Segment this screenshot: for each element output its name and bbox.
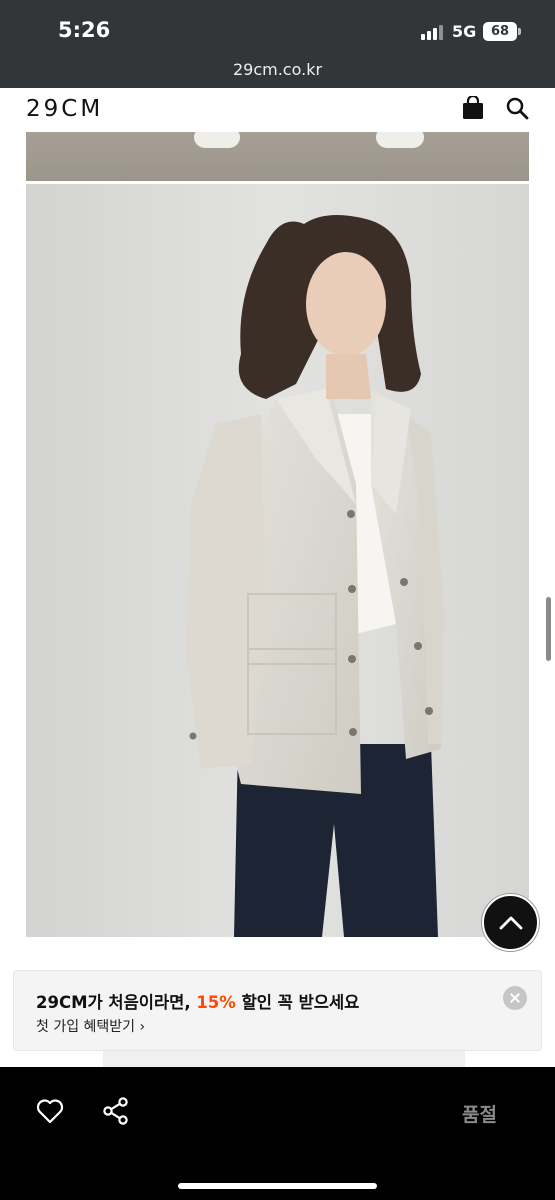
scrollbar[interactable]	[546, 597, 551, 661]
product-image	[26, 184, 529, 937]
url-bar[interactable]: 29cm.co.kr	[0, 60, 555, 88]
search-icon[interactable]	[505, 96, 529, 120]
product-image-previous	[26, 132, 529, 181]
promo-title-suffix: 할인 꼭 받으세요	[235, 993, 360, 1012]
scroll-to-top-button[interactable]	[482, 894, 539, 951]
close-icon[interactable]	[503, 986, 527, 1010]
content-strip	[103, 1051, 465, 1067]
promo-title: 29CM가 처음이라면, 15% 할인 꼭 받으세요	[36, 989, 359, 1013]
battery-icon: 68	[483, 22, 521, 41]
signal-icon	[421, 24, 445, 40]
promo-title-prefix: 29CM가 처음이라면,	[36, 993, 197, 1012]
chevron-up-icon	[499, 916, 523, 930]
signup-promo-banner[interactable]: 29CM가 처음이라면, 15% 할인 꼭 받으세요 첫 가입 혜택받기 ›	[13, 970, 542, 1051]
status-time: 5:26	[58, 18, 111, 42]
network-label: 5G	[452, 22, 477, 41]
shopping-bag-icon[interactable]	[462, 96, 484, 120]
url-text[interactable]: 29cm.co.kr	[0, 60, 555, 80]
signup-benefit-link[interactable]: 첫 가입 혜택받기 ›	[36, 1016, 145, 1036]
site-logo[interactable]: 29CM	[26, 96, 103, 122]
bottom-action-bar	[0, 1067, 555, 1200]
heart-icon[interactable]	[36, 1098, 64, 1124]
home-indicator	[178, 1183, 377, 1189]
share-icon[interactable]	[103, 1097, 129, 1125]
promo-discount: 15%	[196, 993, 236, 1012]
page: 5:26 5G 68 29cm.co.kr 29CM 29CM가 처음이라면, …	[0, 0, 555, 1200]
status-bar: 5:26 5G 68	[0, 0, 555, 60]
sold-out-label: 품절	[462, 1104, 497, 1126]
